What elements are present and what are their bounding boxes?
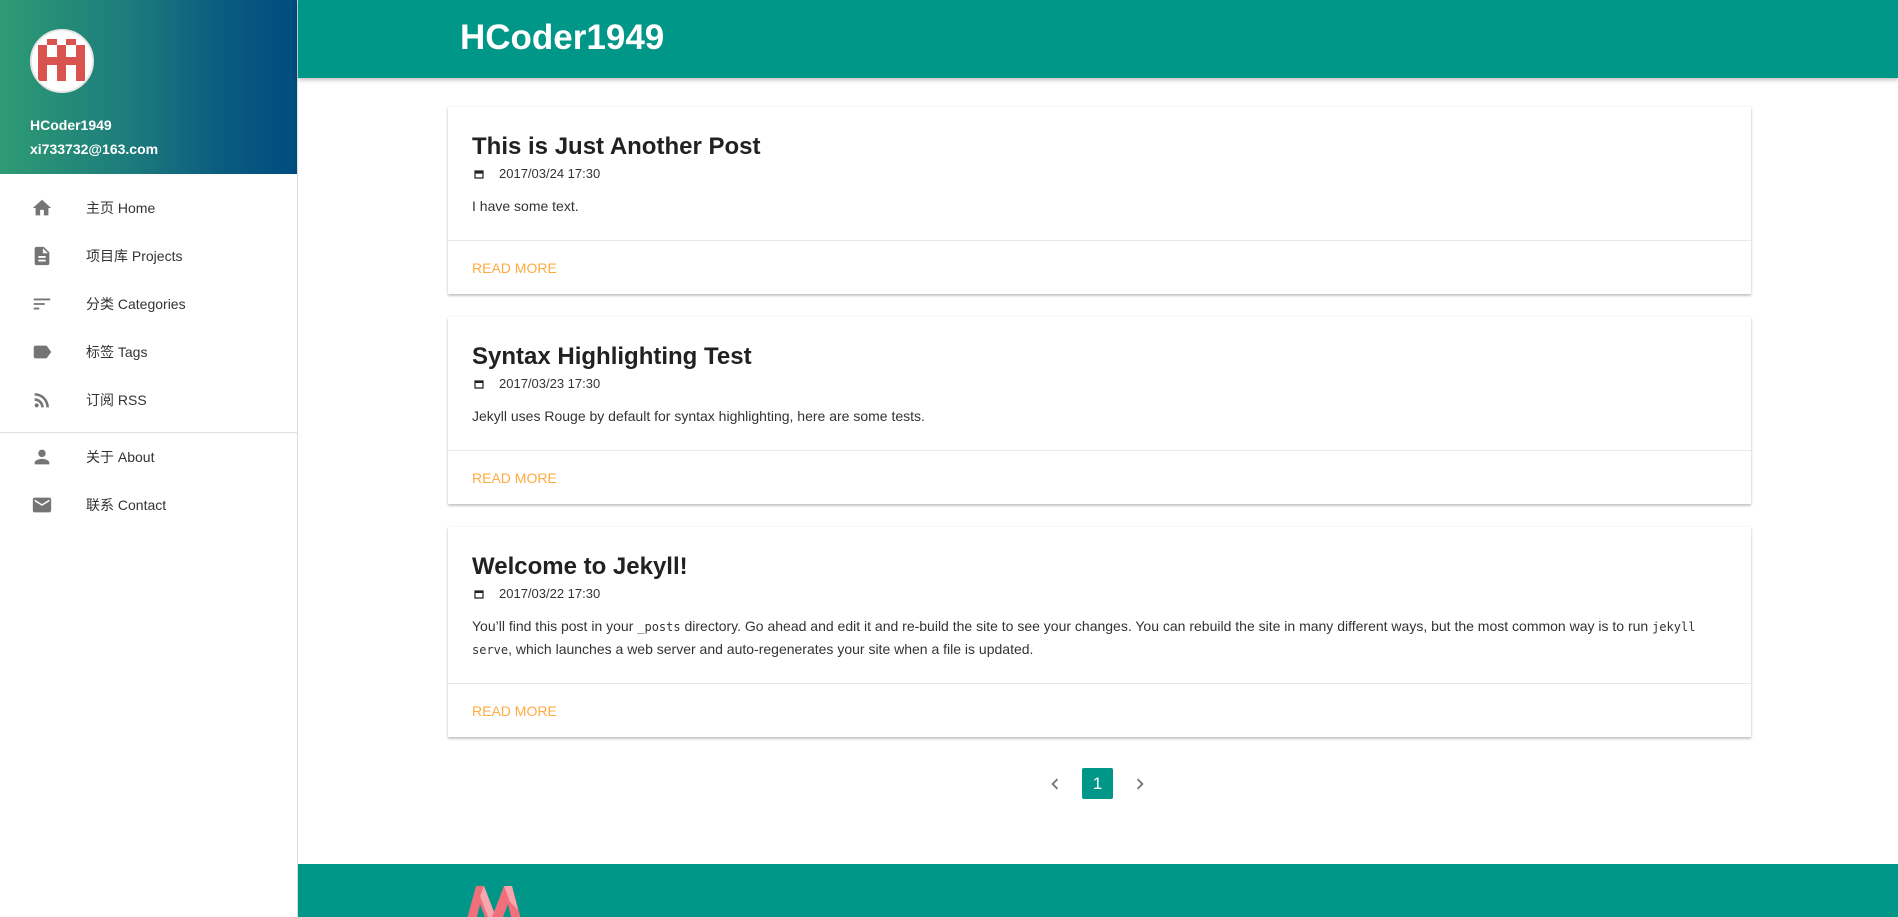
post-excerpt: I have some text. [472,198,579,214]
sidebar-item-contact[interactable]: 联系 Contact [0,481,297,529]
sidebar-item-label: 主页 Home [86,200,156,216]
page-number-current[interactable]: 1 [1082,768,1113,799]
sidebar-item-label: 标签 Tags [86,344,148,360]
calendar-icon [474,379,484,389]
sidebar-item-label: 分类 Categories [86,296,186,312]
sidebar-item-categories[interactable]: 分类 Categories [0,280,297,328]
document-icon [30,244,54,268]
post-card-body: Syntax Highlighting Test 2017/03/23 17:3… [448,317,1751,450]
avatar-logo-icon [32,31,92,91]
sidebar-item-tags[interactable]: 标签 Tags [0,328,297,376]
post-card: This is Just Another Post 2017/03/24 17:… [448,107,1751,294]
post-title[interactable]: This is Just Another Post [472,132,1727,162]
post-card: Welcome to Jekyll! 2017/03/22 17:30 You’… [448,527,1751,737]
sidebar-nav: 主页 Home 项目库 Projects 分类 Categories 标签 Ta… [0,174,298,529]
post-card-actions: READ MORE [448,240,1751,294]
excerpt-text: directory. Go ahead and edit it and re-b… [680,618,1653,634]
post-title[interactable]: Welcome to Jekyll! [472,552,1727,582]
post-card-body: Welcome to Jekyll! 2017/03/22 17:30 You’… [448,527,1751,683]
sidebar-item-label: 关于 About [86,449,155,465]
chevron-left-icon[interactable] [1040,769,1070,799]
sidebar-header: HCoder1949 xi733732@163.com [0,0,297,174]
post-date: 2017/03/23 17:30 [472,376,1727,391]
sidebar-item-label: 项目库 Projects [86,248,183,264]
home-icon [30,196,54,220]
post-card-actions: READ MORE [448,450,1751,504]
footer-logo-icon [467,886,521,917]
inline-code: _posts [637,620,681,634]
top-app-bar: HCoder1949 [298,0,1898,78]
post-date-text: 2017/03/22 17:30 [499,586,601,601]
post-excerpt: Jekyll uses Rouge by default for syntax … [472,408,925,424]
read-more-link[interactable]: READ MORE [472,470,557,486]
sidebar-item-label: 联系 Contact [86,497,167,513]
post-date-text: 2017/03/24 17:30 [499,166,601,181]
sidebar-item-projects[interactable]: 项目库 Projects [0,232,297,280]
excerpt-text: , which launches a web server and auto-r… [508,641,1034,657]
chevron-right-icon[interactable] [1125,769,1155,799]
calendar-icon [474,169,484,179]
avatar[interactable] [30,29,94,93]
post-card-body: This is Just Another Post 2017/03/24 17:… [448,107,1751,240]
read-more-link[interactable]: READ MORE [472,260,557,276]
post-date-text: 2017/03/23 17:30 [499,376,601,391]
person-icon [30,445,54,469]
sidebar-item-label: 订阅 RSS [86,392,147,408]
footer [298,864,1898,917]
sidebar-item-home[interactable]: 主页 Home [0,184,297,232]
calendar-icon [474,589,484,599]
sidebar-secondary-group: 关于 About 联系 Contact [0,433,297,529]
post-card-actions: READ MORE [448,683,1751,737]
site-title[interactable]: HCoder1949 [460,18,664,58]
sidebar: HCoder1949 xi733732@163.com 主页 Home 项目库 … [0,0,298,917]
post-title[interactable]: Syntax Highlighting Test [472,342,1727,372]
sidebar-item-about[interactable]: 关于 About [0,433,297,481]
sidebar-email: xi733732@163.com [30,141,159,157]
post-list: This is Just Another Post 2017/03/24 17:… [448,107,1751,760]
label-icon [30,340,54,364]
sidebar-username: HCoder1949 [30,117,112,133]
read-more-link[interactable]: READ MORE [472,703,557,719]
mail-icon [30,493,54,517]
sidebar-item-rss[interactable]: 订阅 RSS [0,376,297,424]
post-date: 2017/03/22 17:30 [472,586,1727,601]
sort-icon [30,292,54,316]
post-date: 2017/03/24 17:30 [472,166,1727,181]
rss-icon [30,388,54,412]
post-excerpt: You’ll find this post in your _posts dir… [472,615,1727,661]
excerpt-text: You’ll find this post in your [472,618,638,634]
pagination: 1 [1040,768,1155,799]
post-card: Syntax Highlighting Test 2017/03/23 17:3… [448,317,1751,504]
